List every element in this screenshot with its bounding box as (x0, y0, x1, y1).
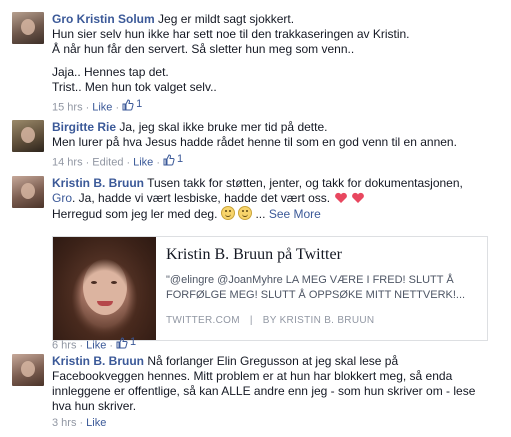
comment-text: . Ja, hadde vi vært lesbiske, hadde det … (72, 191, 331, 205)
timestamp[interactable]: 6 hrs (52, 340, 76, 352)
separator: · (79, 339, 84, 352)
comment-author[interactable]: Birgitte Rie (52, 120, 116, 134)
link-preview-image[interactable] (53, 237, 156, 340)
comment-text: Tusen takk for støtten, jenter, og takk … (147, 176, 463, 190)
smile-emoji-icon (220, 206, 235, 220)
like-count-value: 1 (130, 336, 137, 348)
like-count[interactable]: 1 (116, 335, 136, 350)
comment-meta: 15 hrs · Like · 1 (52, 97, 501, 116)
comment-text: innleggene er offentlige, så kan ALLE an… (52, 384, 476, 398)
like-button[interactable]: Like (92, 102, 112, 114)
comment-text: Trist.. Men hun tok valget selv.. (52, 80, 217, 94)
like-button[interactable]: Like (86, 417, 106, 429)
comment-text: Jeg er mildt sagt sjokkert. (158, 12, 295, 26)
comment-text: Nå forlanger Elin Gregusson at jeg skal … (147, 354, 399, 368)
see-more-link[interactable]: See More (269, 207, 321, 221)
comment-text: Men lurer på hva Jesus hadde rådet henne… (52, 135, 457, 149)
comment-meta: 3 hrs · Like (52, 416, 501, 431)
comment-text: Hun sier selv hun ikke har sett noe til … (52, 27, 410, 41)
comment-text: Å når hun får den servert. Så sletter hu… (52, 42, 355, 56)
mention-link[interactable]: Gro (52, 191, 72, 205)
comment-text: Herregud som jeg ler med deg. (52, 207, 218, 221)
like-count[interactable]: 1 (163, 152, 183, 167)
thumbs-up-icon (122, 98, 134, 110)
edited-label[interactable]: Edited (92, 157, 123, 169)
heart-icon (351, 192, 364, 203)
link-preview-byline: BY KRISTIN B. BRUUN (262, 315, 375, 326)
link-preview-domain: TWITTER.COM (166, 315, 240, 326)
comment-author[interactable]: Kristin B. Bruun (52, 176, 144, 190)
avatar[interactable] (12, 176, 44, 208)
link-preview-card[interactable]: Kristin B. Bruun på Twitter "@elingre @J… (52, 236, 488, 341)
comment-author[interactable]: Gro Kristin Solum (52, 12, 155, 26)
separator: · (79, 417, 84, 429)
comment-text: Jaja.. Hennes tap det. (52, 65, 169, 79)
separator: · (85, 156, 90, 169)
separator: · (126, 156, 131, 169)
heart-icon (334, 192, 347, 203)
comment-text: Ja, jeg skal ikke bruke mer tid på dette… (119, 120, 328, 134)
avatar[interactable] (12, 12, 44, 44)
avatar[interactable] (12, 120, 44, 152)
like-count-value: 1 (136, 98, 143, 110)
separator: · (115, 101, 120, 114)
thumbs-up-icon (116, 336, 128, 348)
comment-text: hva hun skriver. (52, 399, 137, 413)
like-count-value: 1 (176, 153, 184, 165)
link-preview-description: "@elingre @JoanMyhre LA MEG VÆRE I FRED!… (166, 274, 466, 301)
thumbs-up-icon (163, 153, 175, 165)
comment-author[interactable]: Kristin B. Bruun (52, 354, 144, 368)
like-button[interactable]: Like (86, 340, 106, 352)
separator: · (156, 156, 160, 169)
comment-meta: 6 hrs · Like · 1 (52, 335, 136, 354)
avatar[interactable] (12, 354, 44, 386)
separator: · (85, 101, 90, 114)
separator: · (109, 339, 113, 352)
comment-text: Facebookveggen hennes. Mitt problem er a… (52, 369, 453, 383)
timestamp[interactable]: 14 hrs (52, 157, 83, 169)
smile-emoji-icon (238, 206, 253, 220)
divider: | (249, 315, 253, 326)
like-count[interactable]: 1 (122, 97, 142, 112)
timestamp[interactable]: 3 hrs (52, 417, 76, 429)
comment-meta: 14 hrs · Edited · Like · 1 (52, 152, 501, 171)
like-button[interactable]: Like (133, 157, 153, 169)
comment-thread: Gro Kristin Solum Jeg er mildt sagt sjok… (0, 0, 511, 437)
link-preview-title[interactable]: Kristin B. Bruun på Twitter (166, 245, 477, 265)
link-preview-source: TWITTER.COM | BY KRISTIN B. BRUUN (166, 313, 477, 328)
timestamp[interactable]: 15 hrs (52, 102, 83, 114)
